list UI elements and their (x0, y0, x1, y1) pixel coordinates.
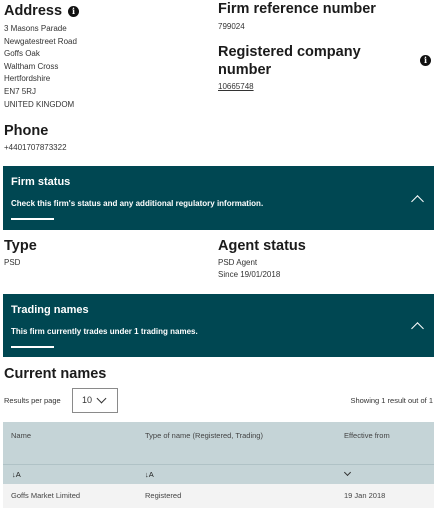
address-line: Newgatestreet Road (4, 36, 77, 46)
cell-name: Goffs Market Limited (11, 491, 81, 500)
column-header-type[interactable]: Type of name (Registered, Trading) (145, 431, 263, 440)
registered-company-heading: Registered company number (218, 44, 361, 78)
agent-status-value: PSD Agent (218, 258, 258, 267)
cell-type: Registered (145, 491, 182, 500)
panel-underline (11, 346, 54, 348)
table-header: Name Type of name (Registered, Trading) … (3, 422, 434, 464)
address-line: Hertfordshire (4, 74, 51, 84)
address-heading: Address i (4, 2, 80, 20)
sort-chevron-down-icon[interactable] (343, 468, 352, 477)
address-line: 3 Masons Parade (4, 24, 67, 33)
address-lines: 3 Masons Parade Newgatestreet Road Goffs… (4, 23, 194, 111)
sort-row: ↓A ↓A (3, 464, 434, 484)
info-icon[interactable]: i (420, 55, 431, 66)
address-line: UNITED KINGDOM (4, 99, 75, 109)
address-line: Waltham Cross (4, 61, 59, 71)
trading-names-description: This firm currently trades under 1 tradi… (11, 327, 198, 336)
address-line: Goffs Oak (4, 49, 40, 59)
type-value: PSD (4, 258, 21, 267)
column-header-name[interactable]: Name (11, 431, 31, 440)
address-line: EN7 5RJ (4, 86, 37, 96)
sort-icon[interactable]: ↓A (12, 470, 21, 479)
type-heading: Type (4, 238, 37, 254)
results-per-page-value: 10 (82, 395, 93, 405)
results-per-page-select[interactable]: 10 (72, 388, 118, 413)
firm-status-title: Firm status (11, 176, 71, 188)
firm-status-description: Check this firm's status and any additio… (11, 199, 264, 208)
results-per-page-label: Results per page (4, 396, 61, 405)
sort-icon[interactable]: ↓A (145, 470, 154, 479)
current-names-table: Name Type of name (Registered, Trading) … (3, 422, 434, 508)
phone-heading: Phone (4, 123, 49, 139)
firm-status-panel[interactable]: Firm status Check this firm's status and… (3, 166, 434, 230)
firm-reference-value: 799024 (218, 22, 245, 31)
registered-company-link[interactable]: 10665748 (218, 81, 254, 94)
firm-reference-heading: Firm reference number (218, 1, 376, 17)
trading-names-panel[interactable]: Trading names This firm currently trades… (3, 294, 434, 357)
agent-status-since: Since 19/01/2018 (218, 270, 281, 279)
info-icon[interactable]: i (68, 6, 80, 17)
current-names-heading: Current names (4, 366, 107, 382)
chevron-up-icon[interactable] (411, 195, 424, 208)
phone-value: +4401707873322 (4, 143, 67, 152)
panel-underline (11, 218, 54, 220)
agent-status-heading: Agent status (218, 238, 306, 254)
cell-effective-from: 19 Jan 2018 (344, 491, 386, 500)
chevron-up-icon[interactable] (411, 322, 424, 335)
trading-names-title: Trading names (11, 304, 89, 316)
table-row: Goffs Market Limited Registered 19 Jan 2… (3, 484, 434, 508)
column-header-effective-from[interactable]: Effective from (344, 431, 390, 440)
chevron-down-icon (96, 393, 107, 404)
showing-results-text: Showing 1 result out of 1 (350, 396, 433, 405)
